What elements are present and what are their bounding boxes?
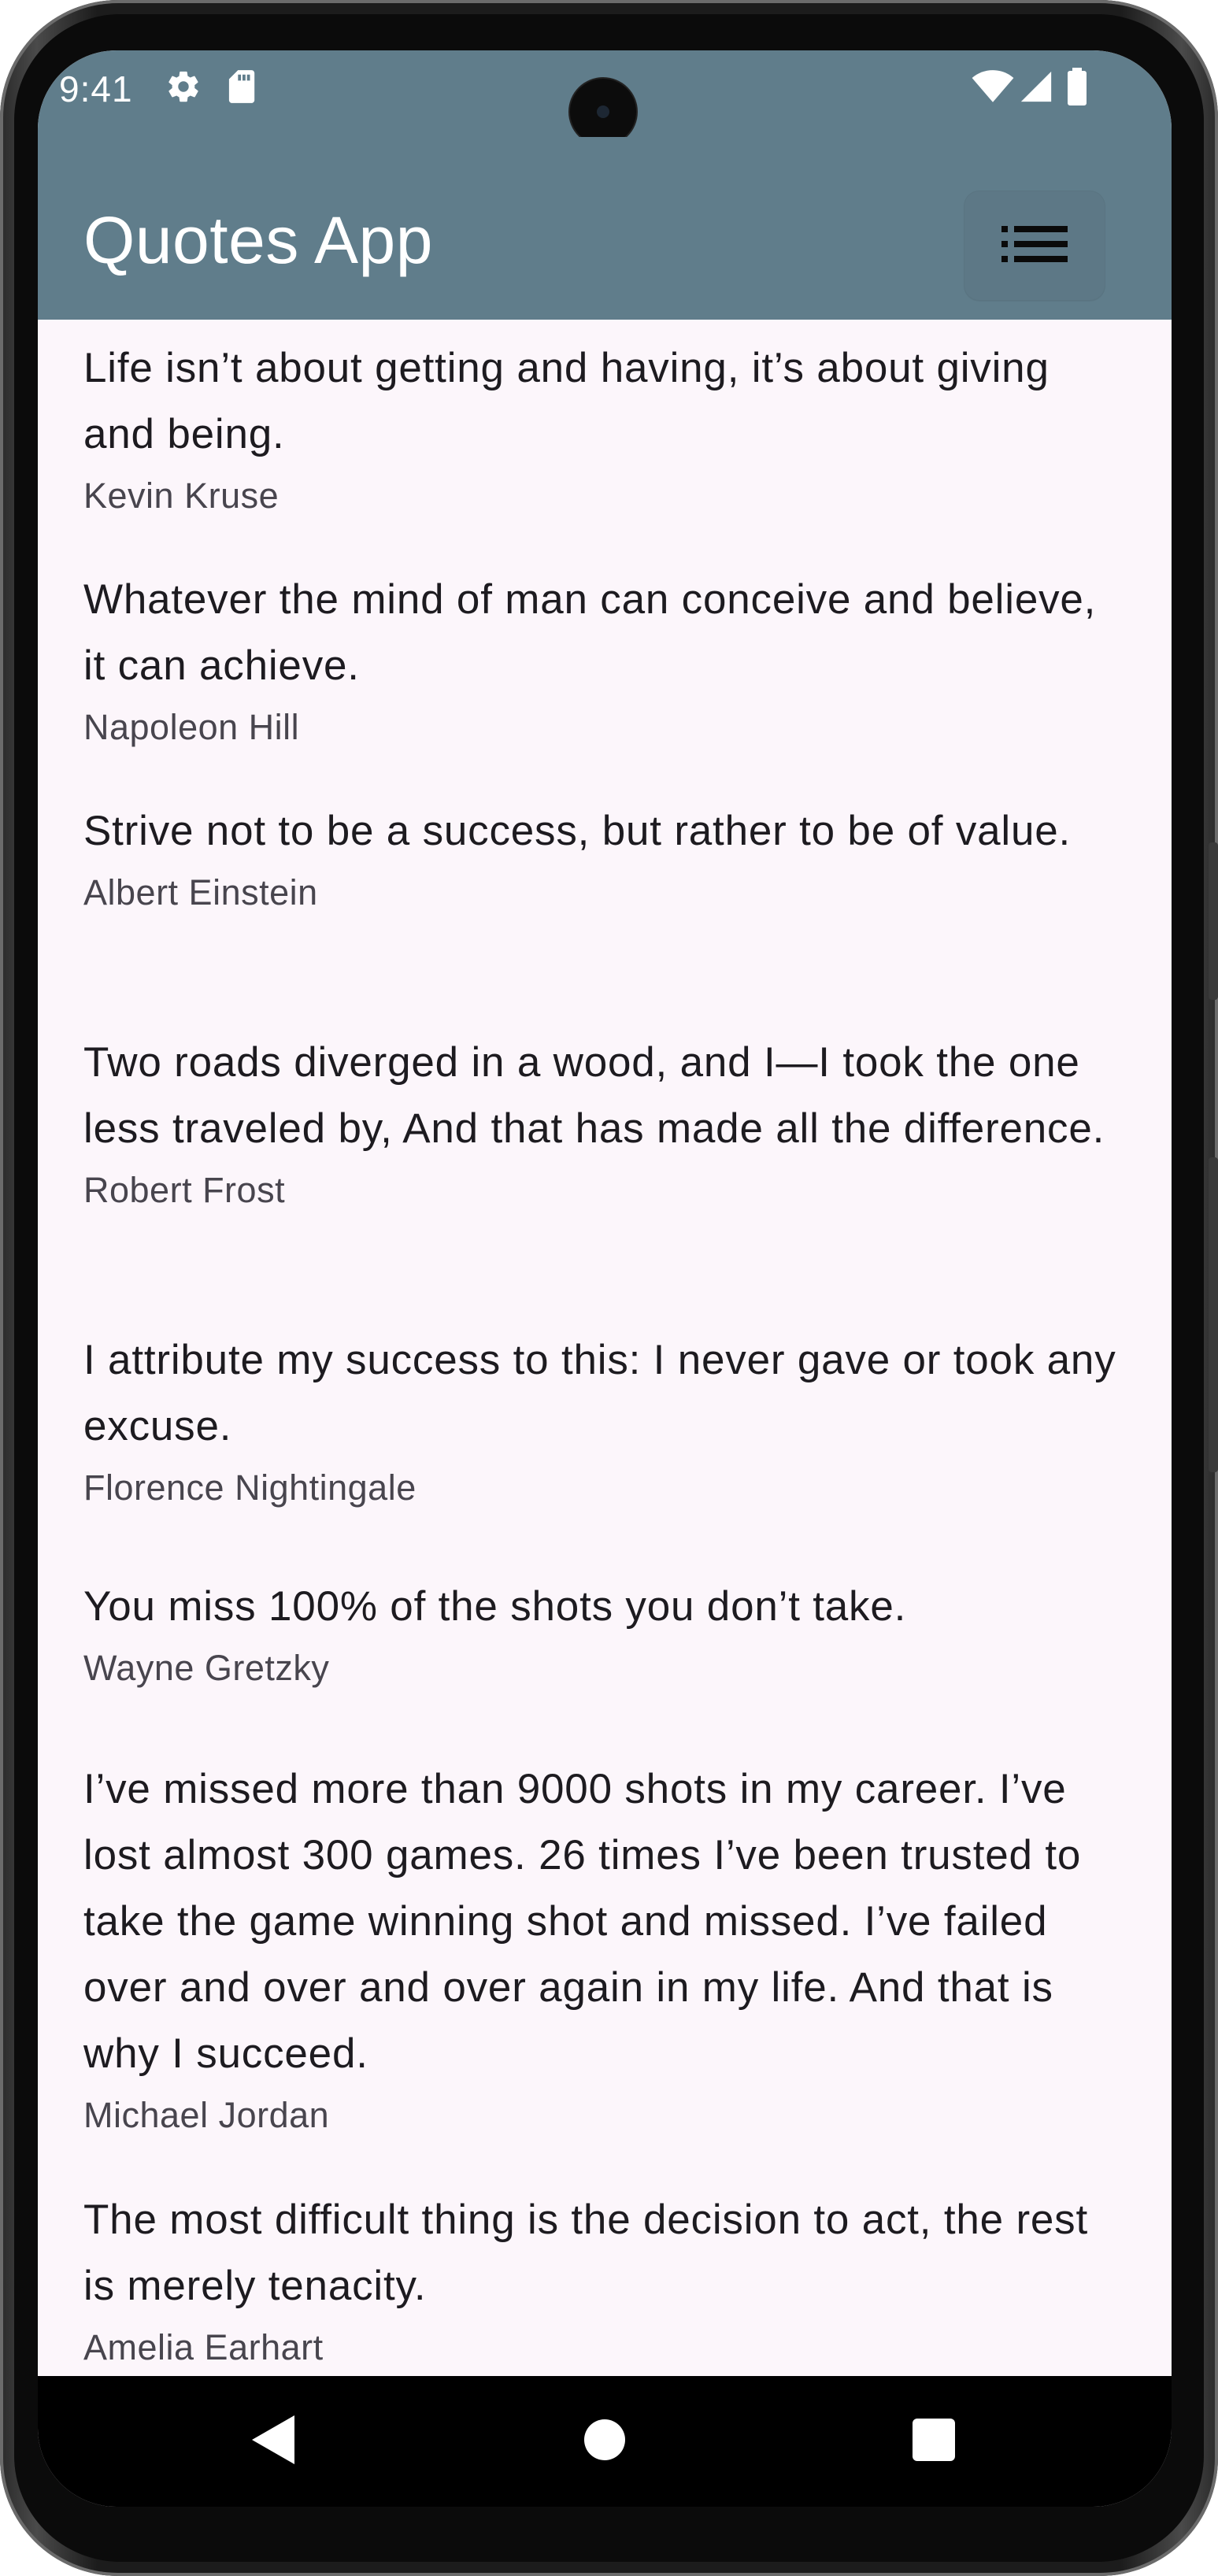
- quote-text: Life isn’t about getting and having, it’…: [83, 345, 1050, 457]
- quote-text: Whatever the mind of man can conceive an…: [83, 576, 1097, 689]
- battery-icon: [1061, 68, 1093, 105]
- screen: 9:41 Quotes App Life isn’t about getting…: [38, 50, 1172, 2507]
- quote-text: I’ve missed more than 9000 shots in my c…: [83, 1766, 1082, 2077]
- quote-author: Albert Einstein: [83, 872, 318, 912]
- quotes-list[interactable]: Life isn’t about getting and having, it’…: [38, 320, 1172, 2411]
- quote-author: Napoleon Hill: [83, 707, 300, 747]
- quote-author: Amelia Earhart: [83, 2327, 324, 2367]
- recents-square-icon: [913, 2418, 955, 2465]
- quote-author: Florence Nightingale: [83, 1468, 416, 1508]
- app-title: Quotes App: [83, 203, 433, 277]
- app-bar: Quotes App: [38, 137, 1172, 320]
- quote-author: Robert Frost: [83, 1170, 286, 1210]
- recents-button[interactable]: [887, 2398, 981, 2485]
- back-button[interactable]: [227, 2398, 321, 2485]
- home-circle-icon: [583, 2419, 626, 2465]
- cell-signal-icon: [1016, 68, 1057, 105]
- quote-text: I attribute my success to this: I never …: [83, 1337, 1116, 1449]
- sd-card-icon: [225, 68, 260, 105]
- quote-item[interactable]: I attribute my success to this: I never …: [83, 1327, 1123, 1513]
- quote-item[interactable]: The most difficult thing is the decision…: [83, 2187, 1123, 2373]
- quote-author: Kevin Kruse: [83, 476, 280, 516]
- power-button: [1209, 842, 1218, 1000]
- quote-text: Strive not to be a success, but rather t…: [83, 808, 1072, 854]
- quote-author: Wayne Gretzky: [83, 1648, 330, 1688]
- quote-item[interactable]: Life isn’t about getting and having, it’…: [83, 335, 1123, 521]
- quote-item[interactable]: Whatever the mind of man can conceive an…: [83, 567, 1123, 753]
- quote-text: You miss 100% of the shots you don’t tak…: [83, 1583, 907, 1630]
- settings-gear-icon: [164, 68, 203, 105]
- quote-text: Two roads diverged in a wood, and I—I to…: [83, 1039, 1105, 1152]
- quote-item[interactable]: Two roads diverged in a wood, and I—I to…: [83, 1030, 1123, 1216]
- list-icon: [1001, 223, 1068, 269]
- home-button[interactable]: [557, 2398, 652, 2485]
- status-time: 9:41: [59, 68, 133, 109]
- quote-item[interactable]: You miss 100% of the shots you don’t tak…: [83, 1574, 1123, 1693]
- volume-button: [1209, 1157, 1218, 1472]
- quote-item[interactable]: I’ve missed more than 9000 shots in my c…: [83, 1756, 1123, 2141]
- system-nav-bar: [38, 2376, 1172, 2507]
- wifi-icon: [971, 68, 1015, 105]
- back-triangle-icon: [252, 2415, 296, 2468]
- list-menu-button[interactable]: [964, 191, 1105, 301]
- phone-frame: 9:41 Quotes App Life isn’t about getting…: [0, 0, 1218, 2576]
- quote-text: The most difficult thing is the decision…: [83, 2197, 1089, 2309]
- quote-item[interactable]: Strive not to be a success, but rather t…: [83, 798, 1123, 918]
- front-camera: [570, 79, 636, 145]
- quote-author: Michael Jordan: [83, 2095, 330, 2135]
